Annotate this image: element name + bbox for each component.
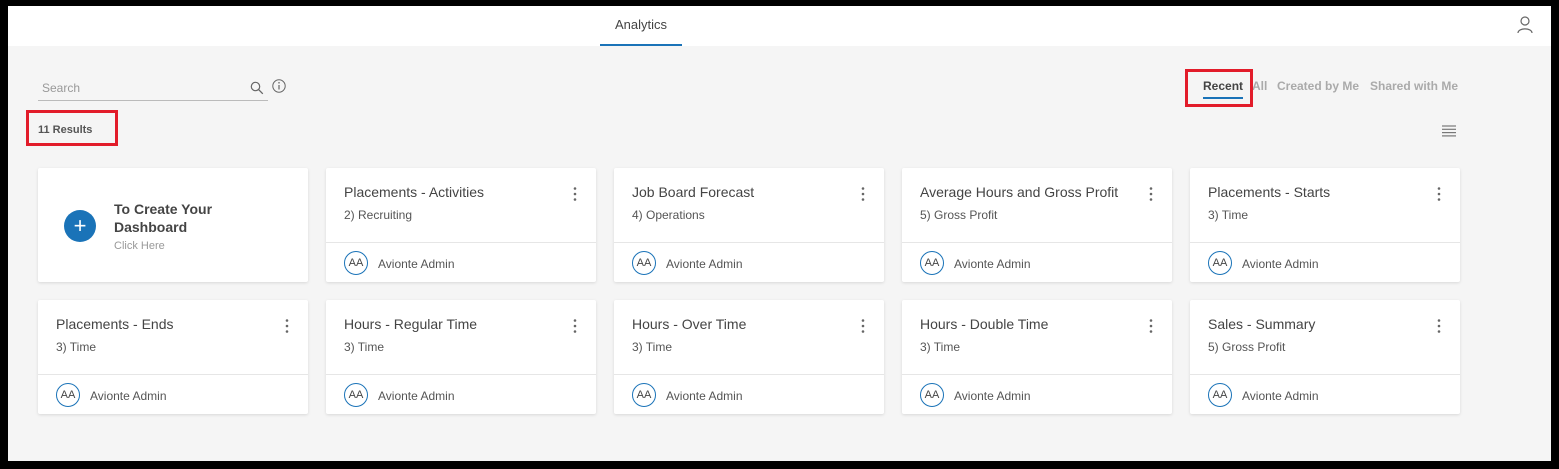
filter-shared-with-me[interactable]: Shared with Me xyxy=(1370,79,1458,93)
card-divider xyxy=(326,242,596,243)
card-category: 5) Gross Profit xyxy=(920,208,998,222)
card-title: Hours - Regular Time xyxy=(344,316,478,332)
card-divider xyxy=(902,242,1172,243)
card-category: 3) Time xyxy=(344,340,385,354)
card-title: Placements - Activities xyxy=(344,184,485,200)
search-box xyxy=(38,78,268,101)
card-owner: Avionte Admin xyxy=(954,257,1031,271)
create-dashboard-title: To Create Your Dashboard xyxy=(114,201,213,235)
avatar: AA xyxy=(1208,251,1232,275)
card-category: 2) Recruiting xyxy=(344,208,413,222)
more-options-icon[interactable] xyxy=(568,318,582,334)
avatar: AA xyxy=(920,383,944,407)
card-owner: Avionte Admin xyxy=(90,389,167,403)
card-category: 3) Time xyxy=(920,340,961,354)
card-category: 4) Operations xyxy=(632,208,705,222)
more-options-icon[interactable] xyxy=(280,318,294,334)
dashboard-card[interactable]: Average Hours and Gross Profit 5) Gross … xyxy=(902,168,1172,282)
avatar: AA xyxy=(344,251,368,275)
dashboard-card[interactable]: Job Board Forecast 4) Operations AA Avio… xyxy=(614,168,884,282)
create-dashboard-card[interactable]: + To Create Your Dashboard Click Here xyxy=(38,168,308,282)
plus-icon[interactable]: + xyxy=(64,210,96,242)
more-options-icon[interactable] xyxy=(856,318,870,334)
more-options-icon[interactable] xyxy=(1432,186,1446,202)
avatar: AA xyxy=(920,251,944,275)
create-dashboard-subtitle: Click Here xyxy=(114,240,165,252)
card-title: Hours - Double Time xyxy=(920,316,1049,332)
card-owner: Avionte Admin xyxy=(378,257,455,271)
card-title: Job Board Forecast xyxy=(632,184,755,200)
dashboard-card[interactable]: Hours - Double Time 3) Time AA Avionte A… xyxy=(902,300,1172,414)
card-title: Average Hours and Gross Profit xyxy=(920,184,1119,200)
card-category: 3) Time xyxy=(56,340,97,354)
dashboard-card[interactable]: Hours - Over Time 3) Time AA Avionte Adm… xyxy=(614,300,884,414)
more-options-icon[interactable] xyxy=(1144,318,1158,334)
card-owner: Avionte Admin xyxy=(378,389,455,403)
card-owner: Avionte Admin xyxy=(666,257,743,271)
filter-created-by-me[interactable]: Created by Me xyxy=(1277,79,1359,93)
card-divider xyxy=(614,242,884,243)
card-title: Placements - Ends xyxy=(56,316,174,332)
card-divider xyxy=(614,374,884,375)
avatar: AA xyxy=(632,251,656,275)
recent-highlight-box xyxy=(1185,69,1253,107)
analytics-page: Analytics 11 Results Recent All Created … xyxy=(8,6,1551,461)
avatar: AA xyxy=(632,383,656,407)
card-title: Hours - Over Time xyxy=(632,316,747,332)
avatar: AA xyxy=(56,383,80,407)
card-title: Sales - Summary xyxy=(1208,316,1316,332)
results-highlight-box xyxy=(26,110,118,146)
search-input[interactable] xyxy=(42,81,242,95)
more-options-icon[interactable] xyxy=(1144,186,1158,202)
dashboard-card[interactable]: Placements - Ends 3) Time AA Avionte Adm… xyxy=(38,300,308,414)
card-divider xyxy=(1190,242,1460,243)
card-category: 3) Time xyxy=(632,340,673,354)
card-owner: Avionte Admin xyxy=(666,389,743,403)
card-category: 5) Gross Profit xyxy=(1208,340,1286,354)
card-owner: Avionte Admin xyxy=(1242,389,1319,403)
dashboard-card[interactable]: Hours - Regular Time 3) Time AA Avionte … xyxy=(326,300,596,414)
dashboard-card[interactable]: Placements - Activities 2) Recruiting AA… xyxy=(326,168,596,282)
info-icon[interactable] xyxy=(272,79,286,93)
dashboard-card[interactable]: Sales - Summary 5) Gross Profit AA Avion… xyxy=(1190,300,1460,414)
avatar: AA xyxy=(344,383,368,407)
search-icon[interactable] xyxy=(250,81,264,95)
avatar: AA xyxy=(1208,383,1232,407)
more-options-icon[interactable] xyxy=(568,186,582,202)
card-owner: Avionte Admin xyxy=(1242,257,1319,271)
list-view-icon[interactable] xyxy=(1442,125,1456,137)
filter-all[interactable]: All xyxy=(1252,79,1267,93)
card-divider xyxy=(38,374,308,375)
card-owner: Avionte Admin xyxy=(954,389,1031,403)
card-category: 3) Time xyxy=(1208,208,1249,222)
more-options-icon[interactable] xyxy=(1432,318,1446,334)
card-divider xyxy=(1190,374,1460,375)
card-divider xyxy=(326,374,596,375)
user-icon[interactable] xyxy=(1517,16,1533,34)
more-options-icon[interactable] xyxy=(856,186,870,202)
tab-analytics[interactable]: Analytics xyxy=(600,6,682,46)
card-divider xyxy=(902,374,1172,375)
top-bar: Analytics xyxy=(8,6,1551,46)
dashboard-card[interactable]: Placements - Starts 3) Time AA Avionte A… xyxy=(1190,168,1460,282)
card-title: Placements - Starts xyxy=(1208,184,1331,200)
